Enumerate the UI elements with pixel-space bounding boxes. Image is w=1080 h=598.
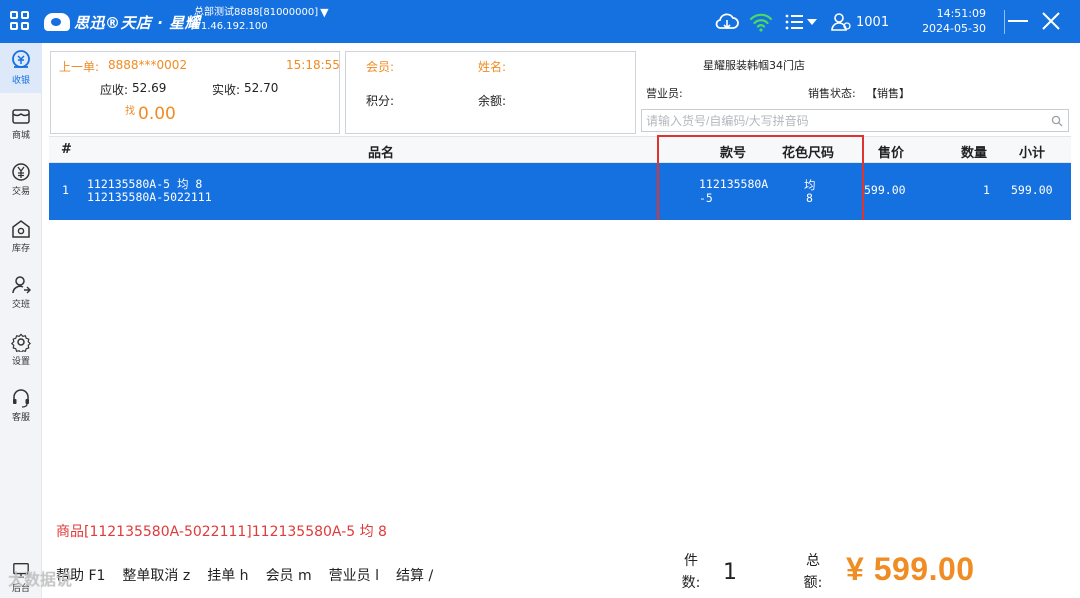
yuan-icon bbox=[12, 163, 30, 181]
topbar-divider bbox=[1004, 10, 1005, 34]
close-icon[interactable] bbox=[1040, 10, 1062, 32]
sidebar-item-cashier[interactable]: 收银 bbox=[0, 43, 42, 93]
watermark: 大数据说 bbox=[8, 570, 73, 589]
clerk-button[interactable]: 营业员 l bbox=[329, 565, 379, 585]
chevron-down-icon: ▼ bbox=[320, 6, 329, 19]
cashier-icon bbox=[12, 50, 30, 68]
row-index: 1 bbox=[62, 183, 69, 197]
wifi-icon bbox=[749, 13, 773, 32]
sidebar-item-label: 设置 bbox=[11, 357, 30, 367]
sidebar-item-mall[interactable]: 商城 bbox=[0, 100, 42, 150]
store-name: 星耀服装韩帼34门店 bbox=[703, 59, 805, 72]
brand-logo-icon bbox=[44, 13, 70, 31]
sidebar-item-support[interactable]: 客服 bbox=[0, 382, 42, 432]
column-product-name: 品名 bbox=[368, 146, 395, 161]
current-item-message: 商品[112135580A-5022111]112135580A-5 均 8 bbox=[56, 524, 387, 540]
sidebar-item-settings[interactable]: 设置 bbox=[0, 326, 42, 376]
column-index: # bbox=[61, 142, 72, 157]
clock: 14:51:09 2024-05-30 bbox=[920, 6, 986, 36]
total-label-line2: 额: bbox=[803, 575, 823, 591]
sales-status-badge: 【销售】 bbox=[866, 87, 910, 100]
change-value: 0.00 bbox=[138, 104, 176, 124]
brand-name: 思迅®天店 · 星耀 bbox=[74, 13, 201, 32]
mall-icon bbox=[12, 109, 30, 124]
column-price: 售价 bbox=[878, 146, 905, 161]
sidebar-item-label: 交班 bbox=[11, 300, 30, 310]
headset-icon bbox=[13, 389, 29, 408]
received-value: 52.70 bbox=[244, 81, 279, 95]
column-quantity: 数量 bbox=[961, 146, 988, 161]
inventory-icon bbox=[12, 220, 30, 238]
last-order-number: 8888***0002 bbox=[108, 58, 188, 72]
hold-order-button[interactable]: 挂单 h bbox=[207, 565, 248, 585]
app-version: V1.46.192.100 bbox=[194, 21, 268, 32]
table-empty-area bbox=[49, 220, 1071, 510]
receivable-value: 52.69 bbox=[132, 81, 167, 95]
member-label: 会员: bbox=[366, 60, 395, 74]
user-account[interactable]: 1001 bbox=[830, 8, 889, 36]
app-menu-icon[interactable] bbox=[10, 11, 30, 31]
cancel-order-button[interactable]: 整单取消 z bbox=[122, 565, 190, 585]
total-amount: ¥ 599.00 bbox=[846, 551, 975, 587]
total-label-line1: 总 bbox=[806, 553, 820, 569]
member-name-label: 姓名: bbox=[478, 60, 507, 74]
user-icon bbox=[831, 13, 851, 31]
member-button[interactable]: 会员 m bbox=[266, 565, 312, 585]
search-icon[interactable] bbox=[1051, 115, 1063, 127]
balance-label: 余额: bbox=[478, 94, 507, 108]
gear-icon bbox=[11, 333, 31, 352]
checkout-button[interactable]: 结算 / bbox=[396, 565, 433, 585]
store-account-selector[interactable]: 总部测试8888[81000000] ▼ V1.46.192.100 bbox=[194, 6, 329, 34]
member-panel[interactable]: 会员: 姓名: 积分: 余额: bbox=[345, 51, 636, 134]
minimize-icon[interactable] bbox=[1008, 20, 1028, 22]
row-quantity: 1 bbox=[983, 183, 990, 197]
row-product-code: 112135580A-5022111 bbox=[87, 190, 212, 204]
table-header: # 品名 款号 花色尺码 售价 数量 小计 bbox=[49, 136, 1071, 163]
sidebar-item-label: 客服 bbox=[11, 413, 30, 423]
last-order-label: 上一单: bbox=[59, 60, 100, 74]
user-id: 1001 bbox=[856, 14, 890, 30]
top-bar: 思迅®天店 · 星耀 总部测试8888[81000000] ▼ V1.46.19… bbox=[0, 0, 1080, 43]
row-price: 599.00 bbox=[864, 183, 906, 197]
item-count: 1 bbox=[723, 560, 737, 585]
column-subtotal: 小计 bbox=[1019, 146, 1046, 161]
sidebar-item-handover[interactable]: 交班 bbox=[0, 269, 42, 319]
current-date: 2024-05-30 bbox=[922, 22, 986, 35]
table-row[interactable]: 1 112135580A-5 均 8 112135580A-5022111 11… bbox=[49, 163, 1071, 220]
last-order-time: 15:18:55 bbox=[286, 58, 340, 72]
sidebar-item-label: 交易 bbox=[11, 187, 30, 197]
brand-logo: 思迅®天店 · 星耀 bbox=[44, 9, 200, 35]
sidebar-item-label: 库存 bbox=[11, 244, 30, 254]
product-search-input[interactable] bbox=[646, 112, 1046, 130]
count-label-line2: 数: bbox=[681, 575, 701, 591]
hotkey-bar: 帮助 F1 整单取消 z 挂单 h 会员 m 营业员 l 结算 / bbox=[56, 565, 450, 585]
total-label: 总 额: bbox=[802, 550, 824, 594]
cloud-sync-icon[interactable] bbox=[714, 8, 740, 36]
sidebar-item-label: 收银 bbox=[11, 76, 30, 86]
sales-status-label: 销售状态: bbox=[808, 87, 856, 100]
sidebar-item-label: 商城 bbox=[11, 131, 30, 141]
store-account-name: 总部测试8888[81000000] bbox=[194, 7, 319, 18]
handover-icon bbox=[12, 276, 31, 294]
received-label: 实收: bbox=[212, 83, 241, 97]
points-label: 积分: bbox=[366, 94, 395, 108]
last-order-panel: 上一单: 8888***0002 15:18:55 应收: 52.69 实收: … bbox=[50, 51, 340, 134]
count-label-line1: 件 bbox=[684, 553, 698, 569]
count-label: 件 数: bbox=[680, 550, 702, 594]
sidebar: 收银 商城 交易 库存 交班 设置 客服 后台 bbox=[0, 43, 42, 598]
product-search-box[interactable] bbox=[641, 109, 1069, 132]
clerk-label: 营业员: bbox=[646, 87, 683, 100]
annotation-highlight-box bbox=[657, 135, 864, 223]
row-subtotal: 599.00 bbox=[1011, 183, 1053, 197]
sidebar-item-transactions[interactable]: 交易 bbox=[0, 156, 42, 206]
sidebar-item-inventory[interactable]: 库存 bbox=[0, 213, 42, 263]
change-label: 找 bbox=[125, 106, 135, 117]
list-menu-icon[interactable] bbox=[784, 8, 820, 36]
current-time: 14:51:09 bbox=[936, 7, 986, 20]
receivable-label: 应收: bbox=[100, 83, 129, 97]
